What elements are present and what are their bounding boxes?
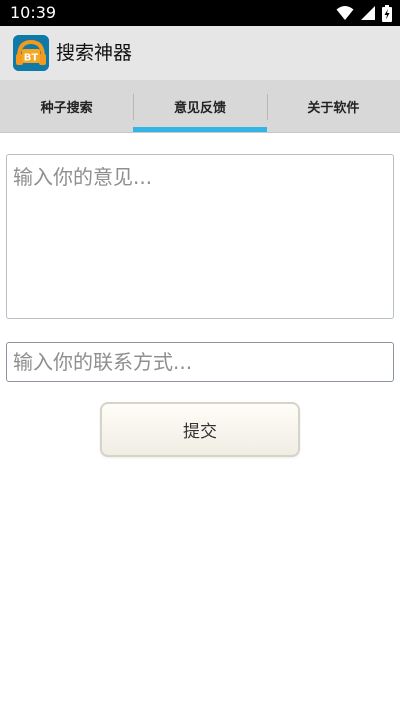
tab-bar: 种子搜索 意见反馈 关于软件 [0,80,400,133]
feedback-input[interactable] [6,154,394,319]
battery-charging-icon [382,4,392,22]
tab-feedback[interactable]: 意见反馈 [133,80,267,132]
status-bar: 10:39 [0,0,400,26]
status-time: 10:39 [10,3,57,22]
action-bar: BT 搜索神器 [0,26,400,80]
screen: 10:39 BT 搜索神器 种子搜索 意见反馈 关于软件 输入你的意见... 输… [0,0,400,711]
tab-label: 意见反馈 [173,100,226,116]
tab-label: 种子搜索 [40,100,93,116]
cellular-signal-icon [360,5,376,21]
submit-button[interactable]: 提交 [100,402,300,457]
status-icons [336,4,392,22]
tab-label: 关于软件 [307,100,360,116]
active-tab-indicator [133,127,267,132]
tab-torrent-search[interactable]: 种子搜索 [0,80,133,132]
wifi-icon [336,5,354,21]
tab-about[interactable]: 关于软件 [266,80,400,132]
contact-input[interactable] [6,342,394,382]
app-icon-text: BT [24,53,39,64]
app-title: 搜索神器 [56,42,133,64]
bt-app-logo-icon: BT [13,35,49,71]
submit-button-label: 提交 [183,422,217,442]
